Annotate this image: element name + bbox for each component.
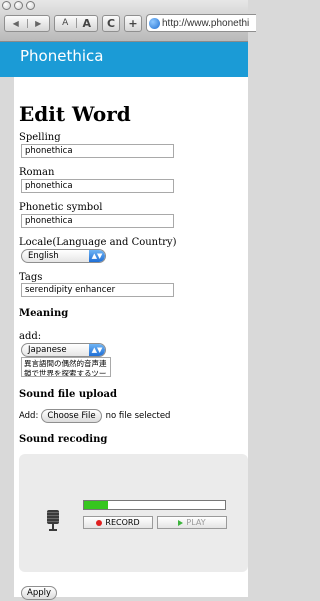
meaning-textarea[interactable]: 異言語間の偶然的音声連鎖で世界を探索するツール [21, 357, 111, 377]
record-dot-icon [96, 519, 103, 526]
browser-toolbar: ◀ ▶ A A C + http://www.phonethi [0, 0, 256, 42]
meaning-language-value: Japanese [28, 345, 67, 355]
page-title: Edit Word [19, 102, 131, 126]
sound-recording-heading: Sound recoding [19, 434, 108, 445]
locale-select[interactable]: English ▲▼ [21, 249, 106, 263]
record-button[interactable]: RECORD [83, 516, 153, 529]
tags-label: Tags [19, 272, 43, 283]
text-size-buttons: A A [54, 14, 98, 32]
add-bookmark-button[interactable]: + [124, 14, 142, 32]
zoom-window-icon[interactable] [26, 1, 35, 10]
address-text: http://www.phonethi [162, 17, 250, 29]
app-header: Phonethica [0, 42, 248, 77]
spelling-input[interactable]: phonethica [21, 144, 174, 158]
close-window-icon[interactable] [2, 1, 11, 10]
play-icon [178, 519, 184, 526]
play-button[interactable]: PLAY [157, 516, 227, 529]
page-content: Edit Word Spelling phonethica Roman phon… [14, 77, 248, 600]
upload-add-label: Add: [19, 411, 39, 421]
text-smaller-button[interactable]: A [55, 18, 77, 28]
address-bar[interactable]: http://www.phonethi [146, 14, 256, 32]
roman-input[interactable]: phonethica [21, 179, 174, 193]
meaning-heading: Meaning [19, 308, 69, 319]
text-larger-button[interactable]: A [77, 17, 98, 30]
apply-button[interactable]: Apply [21, 586, 57, 600]
recording-level-meter [83, 500, 226, 510]
back-forward-buttons: ◀ ▶ [4, 14, 50, 32]
reload-button[interactable]: C [102, 14, 120, 32]
upload-row: Add: Choose File no file selected [19, 409, 170, 423]
chevron-updown-icon: ▲▼ [89, 344, 105, 356]
back-button[interactable]: ◀ [5, 18, 28, 28]
microphone-icon [47, 510, 59, 532]
meaning-language-select[interactable]: Japanese ▲▼ [21, 343, 106, 357]
choose-file-button[interactable]: Choose File [41, 409, 102, 423]
recording-level-fill [84, 501, 108, 509]
app-title[interactable]: Phonethica [20, 47, 103, 65]
play-button-label: PLAY [186, 518, 206, 527]
spelling-label: Spelling [19, 132, 61, 143]
chevron-updown-icon: ▲▼ [89, 250, 105, 262]
locale-value: English [28, 251, 59, 261]
tags-input[interactable]: serendipity enhancer [21, 283, 174, 297]
minimize-window-icon[interactable] [14, 1, 23, 10]
record-button-label: RECORD [105, 518, 140, 527]
sound-recorder: RECORD PLAY [19, 454, 248, 572]
window-controls [2, 1, 35, 10]
phonetic-symbol-input[interactable]: phonethica [21, 214, 174, 228]
roman-label: Roman [19, 167, 55, 178]
globe-icon [149, 17, 160, 29]
locale-label: Locale(Language and Country) [19, 237, 177, 248]
meaning-add-label: add: [19, 331, 42, 342]
forward-button[interactable]: ▶ [28, 19, 50, 28]
phonetic-symbol-label: Phonetic symbol [19, 202, 103, 213]
sound-upload-heading: Sound file upload [19, 389, 118, 400]
upload-status: no file selected [105, 411, 171, 421]
